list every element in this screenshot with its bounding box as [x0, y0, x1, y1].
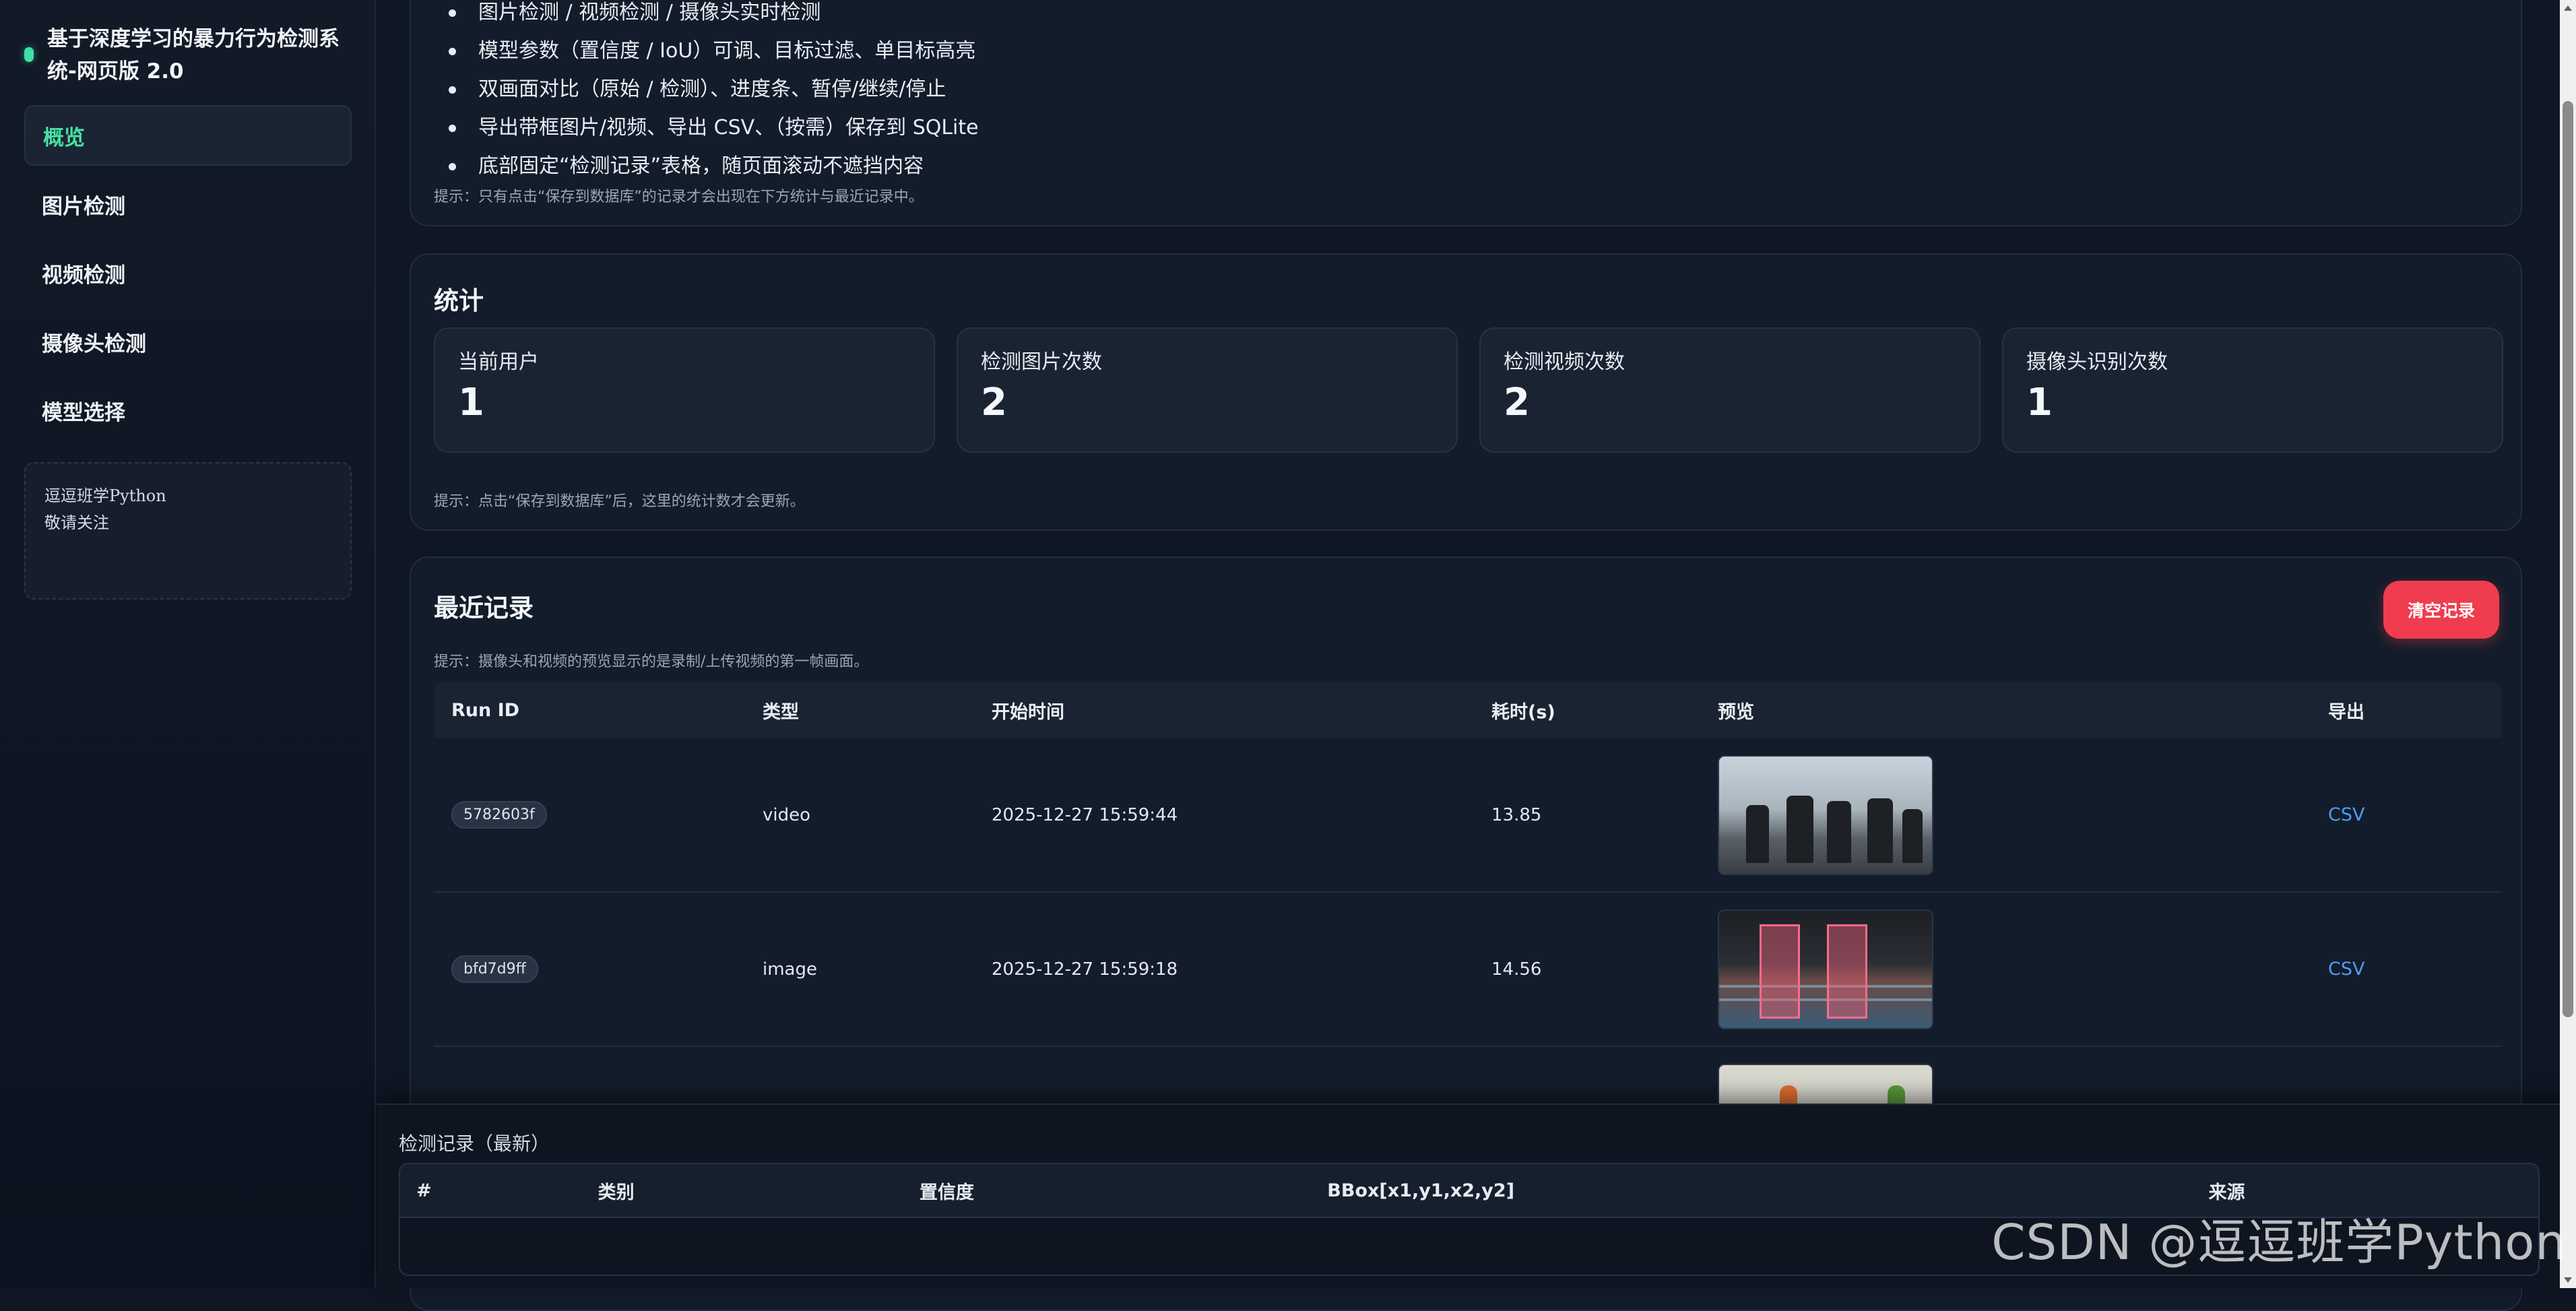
export-csv-link[interactable]: CSV [2328, 959, 2364, 980]
col-source: 来源 [2209, 1178, 2538, 1204]
table-header: Run ID 类型 开始时间 耗时(s) 预览 导出 [434, 682, 2502, 738]
col-index: # [400, 1180, 598, 1201]
cell-export: CSV [2328, 804, 2502, 825]
cell-preview [1718, 909, 2328, 1029]
col-export: 导出 [2328, 697, 2502, 724]
cell-duration: 13.85 [1491, 805, 1718, 825]
feature-item: 导出带框图片/视频、导出 CSV、（按需）保存到 SQLite [449, 108, 979, 147]
stat-label: 检测视频次数 [1504, 349, 1956, 376]
stat-value: 2 [1504, 379, 1956, 427]
stat-camera-count: 摄像头识别次数 1 [2002, 327, 2503, 453]
stat-current-user: 当前用户 1 [434, 327, 935, 453]
scroll-up-icon[interactable] [2564, 5, 2572, 11]
watermark: CSDN @逗逗班学Python [1991, 1203, 2567, 1273]
col-confidence: 置信度 [920, 1178, 1327, 1204]
preview-thumbnail[interactable] [1718, 909, 1933, 1029]
cell-start-time: 2025-12-27 15:59:18 [992, 959, 1491, 980]
preview-thumbnail[interactable] [1718, 755, 1933, 875]
app-title: 基于深度学习的暴力行为检测系统-网页版 2.0 [47, 23, 361, 88]
export-csv-link[interactable]: CSV [2328, 804, 2364, 825]
recent-title: 最近记录 [434, 587, 534, 624]
col-duration[interactable]: 耗时(s) [1491, 697, 1718, 724]
brand: 基于深度学习的暴力行为检测系统-网页版 2.0 [24, 23, 361, 88]
table-row: bfd7d9ff image 2025-12-27 15:59:18 14.56… [434, 893, 2502, 1047]
sidebar-item-overview[interactable]: 概览 [24, 105, 352, 166]
clear-records-button[interactable]: 清空记录 [2383, 581, 2499, 639]
sidebar-item-video-detect[interactable]: 视频检测 [24, 243, 352, 303]
status-dot-icon [24, 47, 34, 62]
col-run-id[interactable]: Run ID [434, 700, 763, 721]
stat-video-count: 检测视频次数 2 [1479, 327, 1981, 453]
stat-image-count: 检测图片次数 2 [957, 327, 1458, 453]
cell-run-id: 5782603f [434, 801, 763, 829]
stats-card: 统计 当前用户 1 检测图片次数 2 检测视频次数 2 摄像头识别次数 1 提示… [410, 253, 2522, 531]
cell-export: CSV [2328, 959, 2502, 980]
feature-item: 底部固定“检测记录”表格，随页面滚动不遮挡内容 [449, 147, 979, 185]
scroll-down-icon[interactable] [2564, 1277, 2572, 1283]
cell-start-time: 2025-12-27 15:59:44 [992, 805, 1491, 825]
sidebar: 基于深度学习的暴力行为检测系统-网页版 2.0 概览 图片检测 视频检测 摄像头… [0, 0, 376, 1288]
stat-value: 2 [981, 379, 1434, 427]
cell-preview [1718, 755, 2328, 875]
stats-tip: 提示：点击“保存到数据库”后，这里的统计数才会更新。 [434, 489, 805, 511]
intro-tip: 提示：只有点击“保存到数据库”的记录才会出现在下方统计与最近记录中。 [434, 185, 924, 206]
stat-label: 当前用户 [458, 349, 911, 376]
feature-item: 模型参数（置信度 / IoU）可调、目标过滤、单目标高亮 [449, 32, 979, 70]
feature-list: 图片检测 / 视频检测 / 摄像头实时检测 模型参数（置信度 / IoU）可调、… [449, 0, 979, 185]
recent-tip: 提示：摄像头和视频的预览显示的是录制/上传视频的第一帧画面。 [434, 649, 868, 671]
run-id-badge: 5782603f [451, 801, 547, 829]
col-class: 类别 [598, 1178, 920, 1204]
sidebar-nav: 概览 图片检测 视频检测 摄像头检测 模型选择 [24, 105, 352, 449]
stats-title: 统计 [434, 280, 484, 317]
stat-label: 检测图片次数 [981, 349, 1434, 376]
scrollbar-thumb[interactable] [2563, 101, 2573, 1017]
col-bbox: BBox[x1,y1,x2,y2] [1327, 1180, 2208, 1201]
sidebar-item-model-select[interactable]: 模型选择 [24, 380, 352, 441]
cell-run-id: bfd7d9ff [434, 955, 763, 983]
sidebar-item-image-detect[interactable]: 图片检测 [24, 174, 352, 234]
cell-type: image [763, 959, 992, 980]
note-textarea[interactable] [24, 462, 352, 600]
sidebar-item-camera-detect[interactable]: 摄像头检测 [24, 311, 352, 372]
feature-item: 双画面对比（原始 / 检测）、进度条、暂停/继续/停止 [449, 70, 979, 108]
cell-type: video [763, 805, 992, 825]
detection-title: 检测记录（最新） [399, 1129, 550, 1156]
col-type[interactable]: 类型 [763, 697, 992, 724]
table-row: 5782603f video 2025-12-27 15:59:44 13.85… [434, 738, 2502, 893]
intro-card: 图片检测 / 视频检测 / 摄像头实时检测 模型参数（置信度 / IoU）可调、… [410, 0, 2522, 226]
col-start-time[interactable]: 开始时间 [992, 697, 1491, 724]
stat-label: 摄像头识别次数 [2026, 349, 2479, 376]
feature-item: 图片检测 / 视频检测 / 摄像头实时检测 [449, 0, 979, 32]
col-preview: 预览 [1718, 697, 2328, 724]
stat-value: 1 [2026, 379, 2479, 427]
cell-duration: 14.56 [1491, 959, 1718, 980]
run-id-badge: bfd7d9ff [451, 955, 538, 983]
stat-value: 1 [458, 379, 911, 427]
page-scrollbar[interactable] [2560, 0, 2576, 1288]
main-content: 图片检测 / 视频检测 / 摄像头实时检测 模型参数（置信度 / IoU）可调、… [377, 0, 2576, 1288]
